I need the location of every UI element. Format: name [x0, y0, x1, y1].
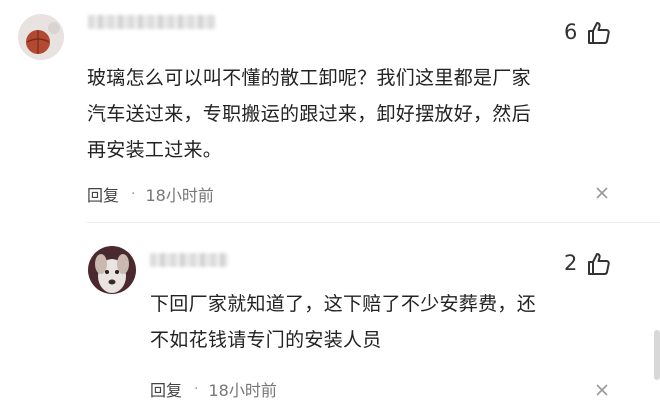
- comment-text-line: 下回厂家就知道了，这下赔了不少安葬费，还: [150, 293, 537, 315]
- close-icon[interactable]: [596, 384, 608, 396]
- comment-text-line: 不如花钱请专门的安装人员: [150, 329, 382, 351]
- timestamp: 18小时前: [208, 381, 277, 400]
- reply-button[interactable]: 回复: [150, 377, 182, 401]
- comment-2: 2 下回厂家就知道了，这下赔了不少安葬费，还 不如花钱请专门的安装人员 回复 ·…: [0, 0, 660, 404]
- avatar[interactable]: [88, 246, 136, 294]
- avatar-image: [88, 246, 136, 294]
- thumbs-up-icon[interactable]: [586, 251, 612, 277]
- separator-dot: ·: [194, 381, 199, 397]
- like-count: 2: [564, 251, 578, 275]
- comment-text: 下回厂家就知道了，这下赔了不少安葬费，还 不如花钱请专门的安装人员: [150, 286, 610, 358]
- user-name-blurred[interactable]: [150, 253, 228, 267]
- scrollbar[interactable]: [654, 330, 660, 380]
- comment-meta: 回复 · 18小时前: [150, 377, 277, 401]
